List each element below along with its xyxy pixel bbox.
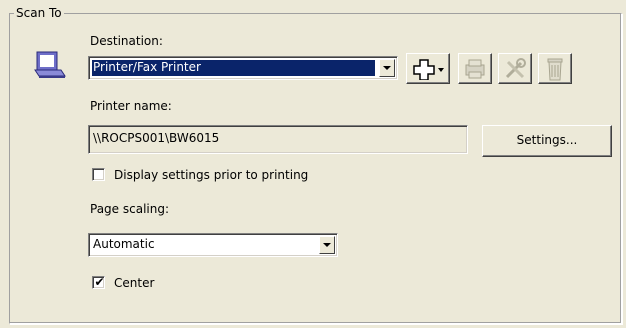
delete-destination-button bbox=[538, 53, 572, 84]
edit-printer-icon bbox=[465, 59, 485, 79]
scanner-printer-icon bbox=[33, 50, 67, 80]
page-scaling-dropdown-button[interactable] bbox=[319, 236, 335, 254]
center-label[interactable]: Center bbox=[114, 275, 154, 291]
center-checkbox[interactable]: ✔ bbox=[92, 275, 105, 289]
tools-button bbox=[498, 53, 532, 84]
add-plus-icon bbox=[413, 59, 444, 80]
destination-combobox[interactable]: Printer/Fax Printer bbox=[88, 56, 398, 80]
destination-label: Destination: bbox=[90, 34, 163, 48]
page-scaling-value: Automatic bbox=[93, 237, 155, 251]
settings-button[interactable]: Settings... bbox=[482, 125, 612, 157]
printer-name-label: Printer name: bbox=[90, 99, 172, 113]
chevron-down-icon bbox=[323, 243, 331, 247]
group-title: Scan To bbox=[14, 5, 64, 21]
edit-destination-button bbox=[458, 53, 492, 84]
chevron-down-icon bbox=[383, 66, 391, 70]
destination-dropdown-button[interactable] bbox=[379, 59, 395, 77]
page-scaling-label: Page scaling: bbox=[90, 202, 170, 216]
checkmark-icon: ✔ bbox=[94, 275, 105, 289]
page-scaling-combobox[interactable]: Automatic bbox=[88, 233, 338, 257]
display-settings-label[interactable]: Display settings prior to printing bbox=[114, 167, 308, 183]
display-settings-checkbox[interactable] bbox=[92, 168, 105, 181]
add-destination-button[interactable] bbox=[406, 53, 450, 84]
printer-name-field: \\ROCPS001\BW6015 bbox=[88, 125, 468, 154]
printer-name-value: \\ROCPS001\BW6015 bbox=[93, 131, 220, 145]
tools-icon bbox=[505, 58, 526, 79]
destination-value: Printer/Fax Printer bbox=[93, 60, 201, 74]
trash-icon bbox=[547, 58, 563, 81]
